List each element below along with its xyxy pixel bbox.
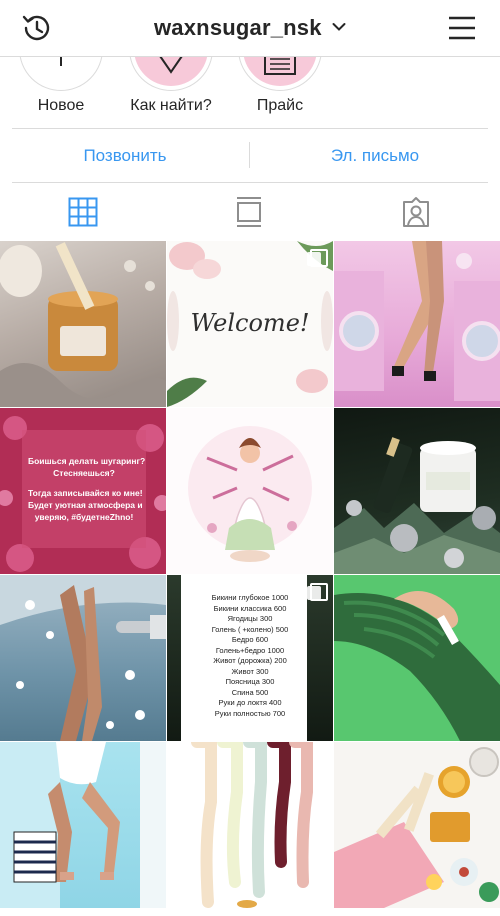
post-image xyxy=(188,426,312,562)
profile-tabs xyxy=(0,183,500,240)
price-line: Руки до локтя 400 xyxy=(218,698,282,707)
price-line: Живот (дорожка) 200 xyxy=(213,656,287,665)
call-button[interactable]: Позвонить xyxy=(0,129,250,182)
post-thumbnail[interactable] xyxy=(334,241,500,407)
tab-tagged[interactable] xyxy=(333,183,499,240)
price-line: Бикини глубокое 1000 xyxy=(211,593,289,602)
feed-icon xyxy=(237,196,261,227)
menu-button[interactable] xyxy=(442,8,482,48)
post-thumbnail[interactable]: Бикини глубокое 1000 Бикини классика 600… xyxy=(167,575,333,741)
tagged-icon xyxy=(403,196,429,227)
profile-header: waxnsugar_nsk xyxy=(0,0,500,57)
post-thumbnail[interactable] xyxy=(167,408,333,574)
username: waxnsugar_nsk xyxy=(154,15,322,40)
post-thumbnail[interactable] xyxy=(334,575,500,741)
post-text-overlay: Боишься делать шугаринг? Стесняешься? То… xyxy=(22,430,146,548)
post-thumbnail[interactable] xyxy=(0,742,166,908)
price-line: Спина 500 xyxy=(231,687,269,697)
story-highlights: Новое Как найти? Прайс xyxy=(0,7,500,128)
price-line: Голень+бедро 1000 xyxy=(215,645,285,655)
post-text-line: Стесняешься? xyxy=(53,468,115,478)
price-line: Бикини классика 600 xyxy=(213,603,287,613)
post-image xyxy=(334,437,500,574)
post-thumbnail[interactable]: Welcome! xyxy=(167,241,333,407)
email-button[interactable]: Эл. письмо xyxy=(250,129,500,182)
contact-bar: Позвонить Эл. письмо xyxy=(0,129,500,182)
chevron-down-icon xyxy=(332,23,346,32)
carousel-icon xyxy=(307,583,328,601)
menu-icon xyxy=(449,16,475,40)
price-line: Руки полностью 700 xyxy=(214,708,286,718)
username-switcher[interactable]: waxnsugar_nsk xyxy=(0,15,500,41)
post-thumbnail[interactable]: Боишься делать шугаринг? Стесняешься? То… xyxy=(0,408,166,574)
highlight-how-to-find[interactable]: Как найти? xyxy=(111,7,231,128)
post-text-line: Боишься делать шугаринг? xyxy=(28,456,146,466)
grid-icon xyxy=(68,197,98,226)
highlight-label: Как найти? xyxy=(130,97,212,114)
post-text-line: уверяю, #будетнеZhno! xyxy=(34,512,134,522)
price-line: Голень ( +колено) 500 xyxy=(211,624,289,634)
price-list: Бикини глубокое 1000 Бикини классика 600… xyxy=(197,593,303,719)
highlight-label: Прайс xyxy=(256,97,304,114)
tab-grid[interactable] xyxy=(0,183,166,240)
post-image xyxy=(0,575,166,741)
carousel-icon xyxy=(307,249,328,267)
post-image xyxy=(191,742,313,908)
price-line: Бедро 600 xyxy=(231,635,269,644)
decor-strip xyxy=(167,575,181,741)
post-image xyxy=(334,591,500,741)
price-line: Ягодицы 300 xyxy=(227,614,273,623)
price-line: Поясница 300 xyxy=(225,677,275,686)
highlight-new[interactable]: Новое xyxy=(1,7,121,128)
post-caption-text: Welcome! xyxy=(190,309,310,337)
post-text-line xyxy=(28,479,140,487)
highlight-price[interactable]: Прайс xyxy=(220,7,340,128)
post-thumbnail[interactable] xyxy=(334,742,500,908)
posts-grid: Welcome! Боишься делать шугаринг? Стесня… xyxy=(0,241,500,916)
post-thumbnail[interactable] xyxy=(334,408,500,574)
post-image xyxy=(0,242,166,407)
post-thumbnail[interactable] xyxy=(167,742,333,908)
tab-feed[interactable] xyxy=(166,183,332,240)
post-image xyxy=(0,742,166,908)
price-line: Живот 300 xyxy=(231,666,269,676)
post-image xyxy=(334,241,500,401)
post-image xyxy=(334,747,499,908)
post-text-line: Будет уютная атмосфера и xyxy=(28,500,143,510)
highlight-label: Новое xyxy=(37,97,85,114)
post-text-line: Тогда записывайся ко мне! xyxy=(28,488,143,498)
post-thumbnail[interactable] xyxy=(0,241,166,407)
post-thumbnail[interactable] xyxy=(0,575,166,741)
